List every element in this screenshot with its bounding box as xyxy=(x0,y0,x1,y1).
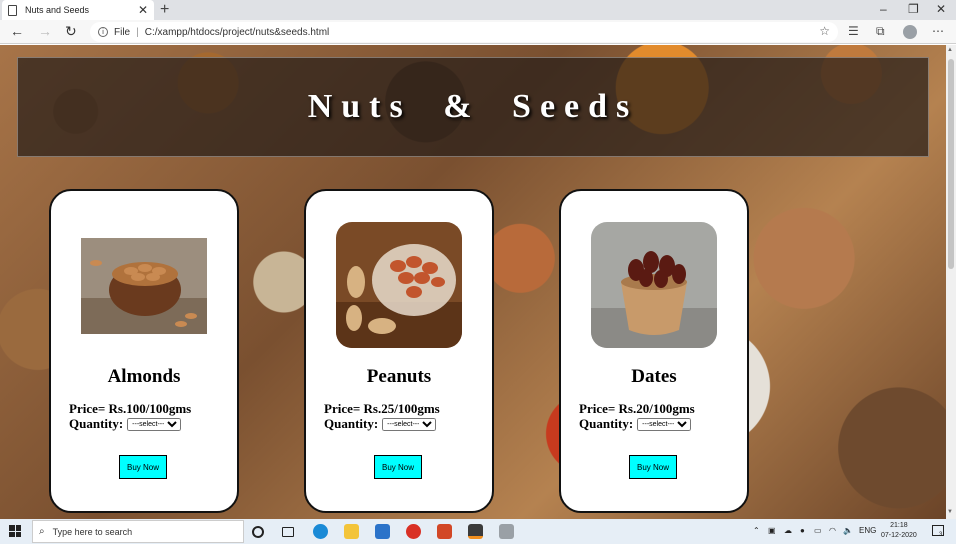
windows-start-icon[interactable] xyxy=(9,525,21,537)
url-scheme: File xyxy=(114,26,131,38)
page-icon xyxy=(8,4,17,16)
scroll-up-icon[interactable]: ▲ xyxy=(947,47,953,53)
scrollbar-thumb[interactable] xyxy=(948,59,954,269)
dates-image xyxy=(591,222,717,348)
quantity-label: Quantity: xyxy=(579,416,634,431)
clock-time: 21:18 xyxy=(890,522,908,529)
quantity-row: Quantity: ---select--- xyxy=(324,416,437,432)
buy-now-button[interactable]: Buy Now xyxy=(374,455,422,479)
notification-count-badge: 3 xyxy=(939,532,943,538)
sublime-text-icon[interactable] xyxy=(468,524,483,539)
powerpoint-icon[interactable] xyxy=(437,524,452,539)
edge-icon[interactable] xyxy=(313,524,328,539)
browser-tab-strip: Nuts and Seeds ✕ + – ❐ ✕ xyxy=(0,0,956,20)
quantity-row: Quantity: ---select--- xyxy=(69,416,182,432)
quantity-select[interactable]: ---select--- xyxy=(637,417,692,431)
battery-icon[interactable]: ▭ xyxy=(814,526,822,535)
back-icon[interactable]: ← xyxy=(10,23,24,39)
peanuts-image xyxy=(336,222,462,348)
product-card-peanuts: Peanuts Price= Rs.25/100gms Quantity: --… xyxy=(304,189,494,513)
wifi-icon[interactable]: ◠ xyxy=(829,526,836,535)
buy-now-button[interactable]: Buy Now xyxy=(629,455,677,479)
product-price: Price= Rs.25/100gms xyxy=(324,401,440,416)
product-price: Price= Rs.100/100gms xyxy=(69,401,192,416)
language-indicator[interactable]: ENG xyxy=(859,526,876,535)
page-viewport: Nuts & Seeds Almonds Price= Rs.100/100gm… xyxy=(0,45,946,519)
collections-icon[interactable]: ⧉ xyxy=(876,24,885,39)
profile-avatar[interactable] xyxy=(903,25,917,39)
scroll-down-icon[interactable]: ▼ xyxy=(947,509,953,515)
quantity-label: Quantity: xyxy=(69,416,124,431)
product-name: Almonds xyxy=(107,366,181,387)
forward-icon: → xyxy=(38,23,52,39)
buy-now-button[interactable]: Buy Now xyxy=(119,455,167,479)
product-price: Price= Rs.20/100gms xyxy=(579,401,695,416)
browser-toolbar: ← → ↻ i File | C:/xampp/htdocs/project/n… xyxy=(0,20,956,44)
page-title: Nuts & Seeds xyxy=(307,88,639,125)
url-path: C:/xampp/htdocs/project/nuts&seeds.html xyxy=(144,26,330,38)
taskbar-clock[interactable]: 21:18 07-12-2020 xyxy=(881,521,917,541)
quantity-row: Quantity: ---select--- xyxy=(579,416,692,432)
paint-icon[interactable] xyxy=(499,524,514,539)
product-card-almonds: Almonds Price= Rs.100/100gms Quantity: -… xyxy=(49,189,239,513)
new-tab-button[interactable]: + xyxy=(160,1,169,19)
taskbar-search[interactable]: ⌕ Type here to search xyxy=(32,520,244,543)
address-bar[interactable]: i File | C:/xampp/htdocs/project/nuts&se… xyxy=(90,22,838,42)
volume-icon[interactable]: 🔈 xyxy=(843,526,853,535)
url-separator: | xyxy=(136,26,139,38)
taskbar-search-placeholder: Type here to search xyxy=(52,526,133,537)
cloud-icon[interactable]: ☁ xyxy=(784,526,792,535)
windows-taskbar: ⌕ Type here to search ⌃ ▣ ☁ ● ▭ ◠ 🔈 ENG … xyxy=(0,519,956,544)
tray-icon[interactable]: ▣ xyxy=(768,526,776,535)
almonds-image xyxy=(81,238,207,334)
vertical-scrollbar[interactable]: ▲ ▼ xyxy=(946,45,956,519)
info-icon[interactable]: i xyxy=(98,27,108,37)
tab-title: Nuts and Seeds xyxy=(25,5,90,15)
task-view-icon[interactable] xyxy=(282,527,294,537)
product-card-dates: Dates Price= Rs.20/100gms Quantity: ---s… xyxy=(559,189,749,513)
clock-date: 07-12-2020 xyxy=(881,532,917,539)
minimize-icon[interactable]: – xyxy=(880,2,887,16)
quantity-select[interactable]: ---select--- xyxy=(127,417,182,431)
quantity-label: Quantity: xyxy=(324,416,379,431)
browser-tab[interactable]: Nuts and Seeds ✕ xyxy=(2,0,154,20)
tray-chevron-icon[interactable]: ⌃ xyxy=(753,526,760,535)
product-name: Dates xyxy=(631,366,677,387)
microphone-icon[interactable]: ● xyxy=(800,526,805,535)
quantity-select[interactable]: ---select--- xyxy=(382,417,437,431)
page-banner: Nuts & Seeds xyxy=(17,57,929,157)
refresh-icon[interactable]: ↻ xyxy=(65,23,77,40)
more-options-icon[interactable]: ⋯ xyxy=(932,24,944,38)
cortana-icon[interactable] xyxy=(252,526,264,538)
close-tab-icon[interactable]: ✕ xyxy=(138,3,148,17)
close-window-icon[interactable]: ✕ xyxy=(936,2,946,16)
mail-icon[interactable] xyxy=(375,524,390,539)
chrome-icon[interactable] xyxy=(406,524,421,539)
search-icon: ⌕ xyxy=(39,526,45,537)
file-explorer-icon[interactable] xyxy=(344,524,359,539)
product-name: Peanuts xyxy=(366,366,432,387)
favorite-star-icon[interactable]: ☆ xyxy=(819,24,830,38)
maximize-icon[interactable]: ❐ xyxy=(908,2,919,16)
favorites-icon[interactable]: ☰ xyxy=(848,24,859,38)
